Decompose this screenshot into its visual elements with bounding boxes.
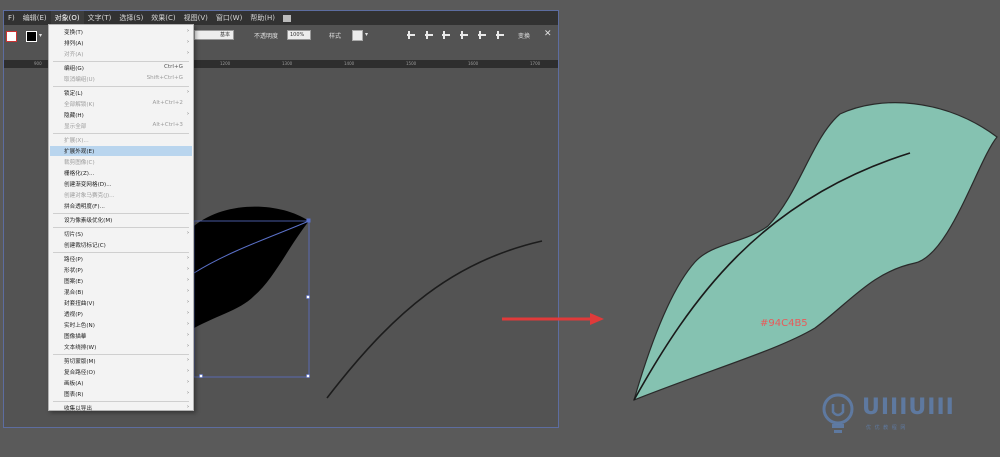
- teal-leaf-shape: [633, 102, 998, 402]
- lightbulb-logo-icon: [822, 393, 854, 433]
- watermark-subtitle: 优 优 教 程 网: [866, 425, 907, 431]
- result-illustration: [502, 102, 998, 402]
- watermark-text: UIIIUIII: [862, 395, 955, 420]
- color-code-label: #94C4B5: [760, 318, 808, 329]
- arrow-head-icon: [590, 313, 604, 325]
- screenshot-stage: F) 编辑(E) 对象(O) 文字(T) 选择(S) 效果(C) 视图(V) 窗口(W) 帮助(…: [0, 0, 1000, 457]
